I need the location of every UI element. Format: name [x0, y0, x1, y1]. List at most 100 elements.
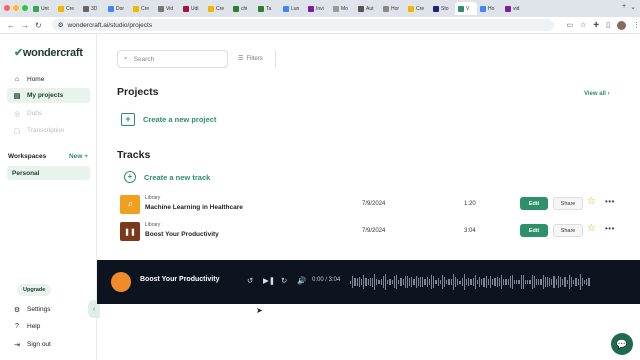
pause-icon[interactable]: ❚❚: [124, 228, 136, 236]
forward-icon[interactable]: →: [21, 21, 29, 30]
waveform-bar: [459, 280, 461, 284]
waveform-bar: [516, 279, 518, 285]
browser-tab[interactable]: Vid: [155, 2, 180, 15]
browser-tab[interactable]: Cre: [130, 2, 155, 15]
track-title[interactable]: Machine Learning in Healthcare: [145, 204, 243, 211]
waveform-bar: [415, 276, 417, 288]
play-pause-icon[interactable]: ▶❚: [263, 276, 275, 285]
browser-tab[interactable]: vid: [502, 2, 527, 15]
add-folder-icon: +: [121, 113, 135, 126]
browser-menu-icon[interactable]: ⋮: [633, 21, 640, 29]
favorite-star-icon[interactable]: ☆: [587, 196, 596, 207]
url-text: wondercraft.ai/studio/projects: [67, 21, 153, 29]
browser-tab[interactable]: Cre: [205, 2, 230, 15]
track-row[interactable]: ♫ Library Machine Learning in Healthcare…: [118, 194, 623, 216]
browser-tab[interactable]: Hor: [380, 2, 405, 15]
browser-tab[interactable]: chi: [230, 2, 255, 15]
rewind-icon[interactable]: ↺: [247, 276, 253, 285]
upgrade-button[interactable]: Upgrade: [17, 284, 52, 296]
waveform-bar: [520, 275, 522, 289]
filters-button[interactable]: ☰ Filters: [238, 55, 263, 63]
waveform-bar: [376, 278, 378, 286]
sidebar-item-label: My projects: [27, 92, 64, 99]
waveform-bar: [546, 277, 549, 287]
more-options-icon[interactable]: •••: [605, 197, 615, 206]
waveform-bar: [487, 279, 489, 285]
window-controls[interactable]: [4, 5, 28, 11]
browser-tab[interactable]: Cre: [55, 2, 80, 15]
new-workspace-button[interactable]: New +: [69, 153, 88, 160]
extensions-icon[interactable]: ✚: [593, 21, 599, 29]
browser-tab-active[interactable]: V: [455, 2, 477, 15]
waveform-bar: [551, 278, 553, 286]
browser-tab[interactable]: Cre: [405, 2, 430, 15]
track-row[interactable]: ❚❚ Library Boost Your Productivity 7/9/2…: [118, 221, 623, 243]
browser-tab[interactable]: Udi: [180, 2, 205, 15]
sidebar-item-dubs[interactable]: ◎ Dubs: [7, 106, 90, 121]
edit-button[interactable]: Edit: [520, 197, 548, 210]
waveform-bar: [385, 274, 387, 290]
back-icon[interactable]: ←: [7, 21, 15, 30]
browser-tab-bar: Unt Cre 3D Dor Cre Vid Udi Cre chi Ta Lu…: [0, 0, 640, 17]
maximize-window-button[interactable]: [22, 5, 28, 11]
search-input[interactable]: ⌕ Search: [117, 50, 228, 68]
waveform-scrubber[interactable]: [350, 272, 595, 292]
close-window-button[interactable]: [4, 5, 10, 11]
view-all-link[interactable]: View all ›: [584, 91, 610, 97]
mouse-cursor-icon: ➤: [256, 306, 263, 315]
cast-icon[interactable]: ▭: [566, 21, 573, 29]
sidebar-item-settings[interactable]: ⚙ Settings: [7, 302, 90, 317]
sidepanel-icon[interactable]: ▯: [606, 21, 610, 29]
address-bar: ← → ↻ ⚙ wondercraft.ai/studio/projects ▭…: [0, 17, 640, 34]
browser-tab[interactable]: Sto: [430, 2, 455, 15]
bookmark-star-icon[interactable]: ☆: [580, 21, 586, 29]
waveform-bar: [413, 279, 415, 285]
waveform-bar: [507, 278, 509, 286]
reload-icon[interactable]: ↻: [35, 21, 42, 30]
url-field[interactable]: ⚙ wondercraft.ai/studio/projects: [51, 19, 555, 31]
waveform-bar: [529, 279, 531, 285]
folder-icon: ▤: [13, 92, 21, 100]
waveform-bar: [579, 274, 581, 290]
browser-tab[interactable]: 3D: [80, 2, 105, 15]
browser-tab[interactable]: Ho: [477, 2, 502, 15]
minimize-window-button[interactable]: [13, 5, 19, 11]
sidebar-item-label: Settings: [27, 306, 51, 313]
waveform-bar: [365, 278, 367, 286]
browser-tab[interactable]: Ta: [255, 2, 280, 15]
new-tab-icon[interactable]: +: [622, 3, 626, 11]
site-info-icon[interactable]: ⚙: [58, 21, 64, 29]
browser-tab[interactable]: Unt: [30, 2, 55, 15]
signout-icon: ⇥: [14, 341, 20, 349]
waveform-bar: [395, 275, 398, 289]
sidebar-item-help[interactable]: ? Help: [7, 319, 90, 334]
profile-avatar[interactable]: [617, 20, 626, 30]
track-title[interactable]: Boost Your Productivity: [145, 231, 219, 238]
sidebar-item-my-projects[interactable]: ▤ My projects: [7, 88, 90, 103]
sidebar-item-transcription[interactable]: ▢ Transcription: [7, 123, 90, 138]
waveform-bar: [584, 280, 586, 284]
browser-tab[interactable]: Aut: [355, 2, 380, 15]
sidebar-item-home[interactable]: ⌂ Home: [7, 72, 90, 87]
edit-button[interactable]: Edit: [520, 224, 548, 237]
waveform-bar: [411, 277, 413, 287]
volume-icon[interactable]: 🔊: [297, 276, 306, 285]
favorite-star-icon[interactable]: ☆: [587, 223, 596, 234]
sidebar-item-sign-out[interactable]: ⇥ Sign out: [7, 337, 90, 352]
browser-tab[interactable]: Dor: [105, 2, 130, 15]
share-button[interactable]: Share: [553, 197, 583, 210]
more-options-icon[interactable]: •••: [605, 224, 615, 233]
create-track-button[interactable]: + Create a new track: [124, 171, 210, 183]
tab-search-icon[interactable]: ⌄: [630, 3, 636, 11]
browser-tab[interactable]: Lun: [280, 2, 305, 15]
browser-tab[interactable]: Mo: [330, 2, 355, 15]
chat-support-button[interactable]: 💬: [611, 333, 633, 355]
forward-icon[interactable]: ↻: [281, 276, 287, 285]
app-logo[interactable]: ✔wondercraft: [14, 46, 83, 59]
share-button[interactable]: Share: [553, 224, 583, 237]
home-icon: ⌂: [14, 76, 20, 83]
create-project-button[interactable]: + Create a new project: [121, 113, 216, 126]
browser-tab[interactable]: Invi: [305, 2, 330, 15]
waveform-bar: [409, 278, 411, 286]
workspace-personal[interactable]: Personal: [7, 166, 90, 180]
